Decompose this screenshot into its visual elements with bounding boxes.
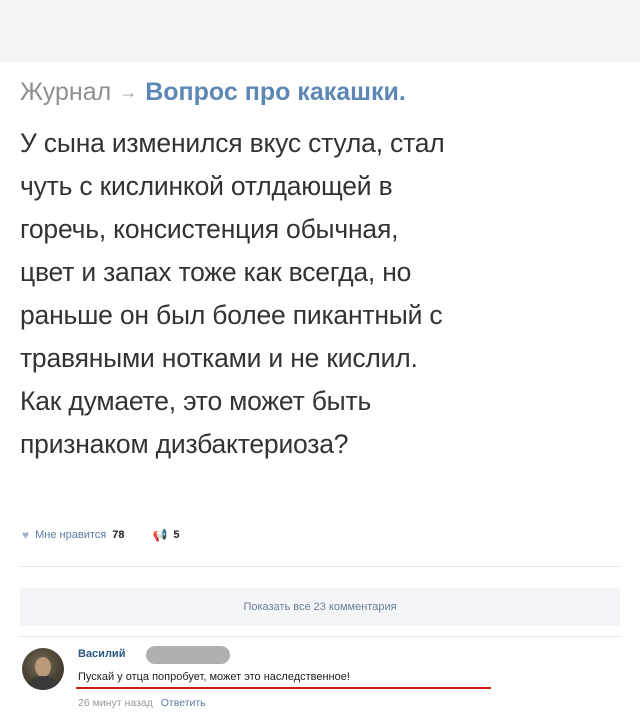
comment-text: Пускай у отца попробует, может это насле…	[78, 671, 350, 683]
comment-time[interactable]: 26 минут назад	[78, 697, 153, 709]
heart-icon[interactable]: ♥	[22, 528, 29, 542]
divider	[20, 636, 620, 637]
arrow-right-icon: →	[119, 82, 138, 102]
comment-meta: 26 минут назад Ответить	[78, 697, 206, 709]
blurred-name-overlay	[146, 646, 230, 664]
post-text: У сына изменился вкус стула, стал чуть с…	[20, 128, 445, 459]
repost-count: 5	[173, 529, 180, 541]
post-actions: ♥ Мне нравится 78 📢 5	[22, 528, 180, 542]
like-count: 78	[112, 529, 125, 541]
avatar-face	[35, 657, 51, 677]
reply-button[interactable]: Ответить	[161, 697, 206, 709]
avatar[interactable]	[22, 648, 64, 690]
red-underline	[76, 687, 491, 689]
top-background	[0, 0, 640, 62]
show-all-comments-button[interactable]: Показать все 23 комментария	[20, 588, 620, 626]
divider	[20, 566, 620, 567]
breadcrumb: Журнал → Вопрос про какашки.	[20, 78, 406, 107]
breadcrumb-topic[interactable]: Вопрос про какашки.	[145, 78, 406, 106]
breadcrumb-section[interactable]: Журнал	[20, 78, 111, 106]
megaphone-icon[interactable]: 📢	[152, 528, 167, 542]
like-button[interactable]: Мне нравится	[35, 529, 106, 541]
avatar-body	[28, 676, 58, 690]
comment-author[interactable]: Василий	[78, 648, 125, 660]
